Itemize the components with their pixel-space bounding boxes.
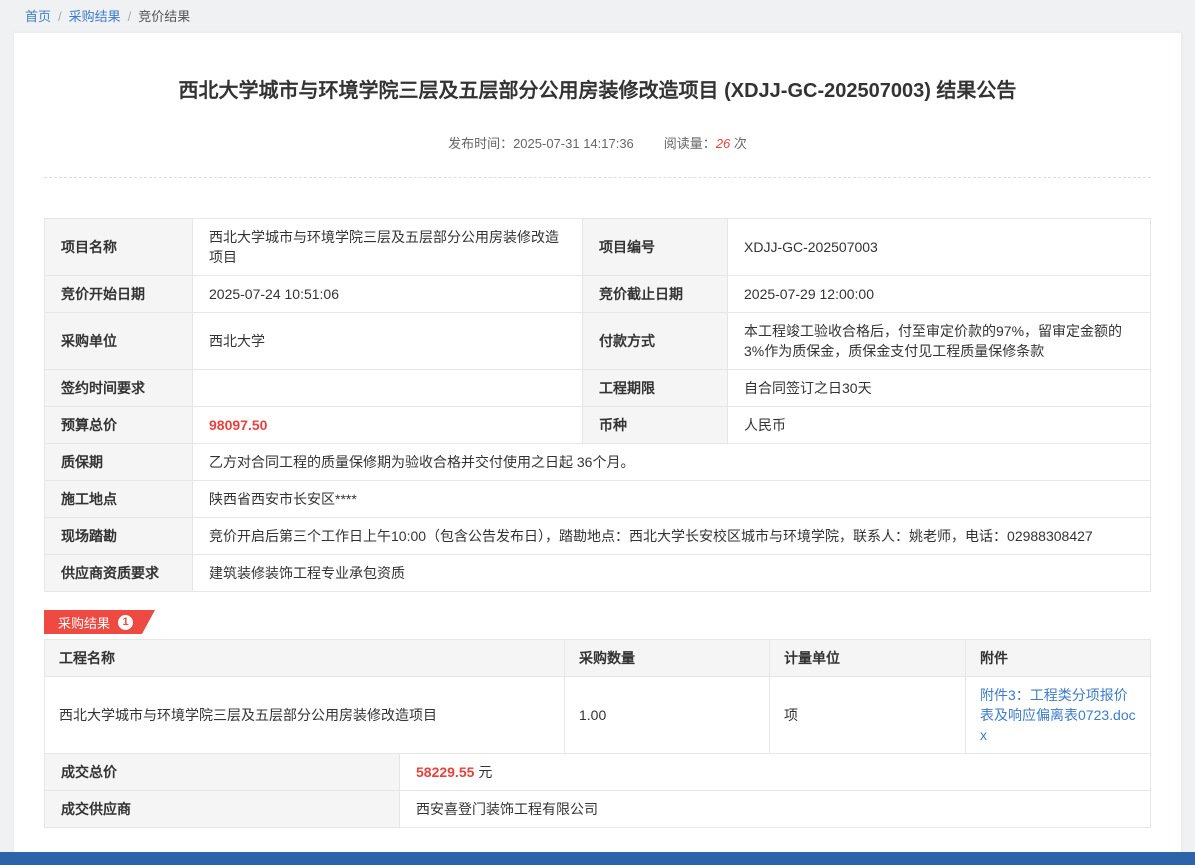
result-count-badge: 1 [118,615,133,630]
deal-total-price-value: 58229.55 [416,764,474,780]
info-label-payment-method: 付款方式 [583,313,728,370]
announcement-card: 西北大学城市与环境学院三层及五层部分公用房装修改造项目 (XDJJ-GC-202… [14,33,1181,865]
result-attachment-cell: 附件3：工程类分项报价表及响应偏离表0723.docx [966,677,1151,754]
info-label-budget-total: 预算总价 [45,407,193,444]
result-tag-label: 采购结果 [58,613,110,632]
breadcrumb-separator: / [58,9,62,24]
deal-supplier-label: 成交供应商 [45,791,400,828]
info-value-budget-total: 98097.50 [193,407,583,444]
result-header-attachment: 附件 [966,640,1151,677]
info-value-site-survey: 竞价开启后第三个工作日上午10:00（包含公告发布日），踏勘地点：西北大学长安校… [193,518,1151,555]
info-label-supplier-qualification: 供应商资质要求 [45,555,193,592]
breadcrumb-procurement-results-link[interactable]: 采购结果 [69,9,121,24]
read-count-value: 26 [716,136,730,151]
read-count-unit: 次 [734,136,747,151]
table-header-row: 工程名称 采购数量 计量单位 附件 [45,640,1151,677]
breadcrumb-separator: / [128,9,132,24]
publish-meta: 发布时间：2025-07-31 14:17:36 阅读量：26 次 [44,135,1151,153]
info-value-warranty: 乙方对合同工程的质量保修期为验收合格并交付使用之日起 36个月。 [193,444,1151,481]
result-table: 工程名称 采购数量 计量单位 附件 西北大学城市与环境学院三层及五层部分公用房装… [44,639,1151,754]
result-header-unit: 计量单位 [770,640,966,677]
table-row: 西北大学城市与环境学院三层及五层部分公用房装修改造项目 1.00 项 附件3：工… [45,677,1151,754]
info-label-project-name: 项目名称 [45,219,193,276]
info-value-bid-end: 2025-07-29 12:00:00 [728,276,1151,313]
breadcrumb: 首页 / 采购结果 / 竞价结果 [0,0,1195,26]
info-label-warranty: 质保期 [45,444,193,481]
info-value-payment-method: 本工程竣工验收合格后，付至审定价款的97%，留审定金额的3%作为质保金，质保金支… [728,313,1151,370]
page-title: 西北大学城市与环境学院三层及五层部分公用房装修改造项目 (XDJJ-GC-202… [44,77,1151,105]
info-label-bid-end: 竞价截止日期 [583,276,728,313]
info-label-signing-time: 签约时间要求 [45,370,193,407]
breadcrumb-home-link[interactable]: 首页 [25,9,51,24]
deal-total-price-label: 成交总价 [45,754,400,791]
info-label-currency: 币种 [583,407,728,444]
info-value-bid-start: 2025-07-24 10:51:06 [193,276,583,313]
read-count-label: 阅读量： [664,136,716,151]
info-value-project-duration: 自合同签订之日30天 [728,370,1151,407]
result-header-project-name: 工程名称 [45,640,565,677]
info-label-construction-site: 施工地点 [45,481,193,518]
info-label-project-code: 项目编号 [583,219,728,276]
table-row: 预算总价 98097.50 币种 人民币 [45,407,1151,444]
table-row: 质保期 乙方对合同工程的质量保修期为验收合格并交付使用之日起 36个月。 [45,444,1151,481]
table-row: 签约时间要求 工程期限 自合同签订之日30天 [45,370,1151,407]
result-section-tag: 采购结果 1 [44,610,155,634]
table-row: 成交总价 58229.55元 [45,754,1151,791]
info-label-site-survey: 现场踏勘 [45,518,193,555]
info-value-signing-time [193,370,583,407]
result-unit: 项 [770,677,966,754]
info-value-currency: 人民币 [728,407,1151,444]
table-row: 施工地点 陕西省西安市长安区**** [45,481,1151,518]
deal-summary-table: 成交总价 58229.55元 成交供应商 西安喜登门装饰工程有限公司 [44,753,1151,828]
info-value-project-code: XDJJ-GC-202507003 [728,219,1151,276]
attachment-link[interactable]: 附件3：工程类分项报价表及响应偏离表0723.docx [980,687,1136,743]
info-value-construction-site: 陕西省西安市长安区**** [193,481,1151,518]
deal-total-price-unit: 元 [478,764,492,780]
info-value-project-name: 西北大学城市与环境学院三层及五层部分公用房装修改造项目 [193,219,583,276]
info-label-bid-start: 竞价开始日期 [45,276,193,313]
deal-total-price-cell: 58229.55元 [400,754,1151,791]
deal-supplier-value: 西安喜登门装饰工程有限公司 [400,791,1151,828]
result-project-name: 西北大学城市与环境学院三层及五层部分公用房装修改造项目 [45,677,565,754]
table-row: 竞价开始日期 2025-07-24 10:51:06 竞价截止日期 2025-0… [45,276,1151,313]
result-header-quantity: 采购数量 [565,640,770,677]
page: 首页 / 采购结果 / 竞价结果 西北大学城市与环境学院三层及五层部分公用房装修改造项目… [0,0,1195,865]
table-row: 采购单位 西北大学 付款方式 本工程竣工验收合格后，付至审定价款的97%，留审定… [45,313,1151,370]
info-label-purchaser: 采购单位 [45,313,193,370]
table-row: 供应商资质要求 建筑装修装饰工程专业承包资质 [45,555,1151,592]
breadcrumb-current: 竞价结果 [138,9,190,24]
dashed-divider [44,177,1151,178]
table-row: 项目名称 西北大学城市与环境学院三层及五层部分公用房装修改造项目 项目编号 XD… [45,219,1151,276]
info-label-project-duration: 工程期限 [583,370,728,407]
project-info-table: 项目名称 西北大学城市与环境学院三层及五层部分公用房装修改造项目 项目编号 XD… [44,218,1151,592]
info-value-purchaser: 西北大学 [193,313,583,370]
result-section-header: 采购结果 1 [44,610,1151,634]
footer-bar [0,852,1195,865]
result-quantity: 1.00 [565,677,770,754]
publish-time-value: 2025-07-31 14:17:36 [513,136,634,151]
table-row: 现场踏勘 竞价开启后第三个工作日上午10:00（包含公告发布日），踏勘地点：西北… [45,518,1151,555]
publish-time-label: 发布时间： [448,136,513,151]
table-row: 成交供应商 西安喜登门装饰工程有限公司 [45,791,1151,828]
info-value-supplier-qualification: 建筑装修装饰工程专业承包资质 [193,555,1151,592]
